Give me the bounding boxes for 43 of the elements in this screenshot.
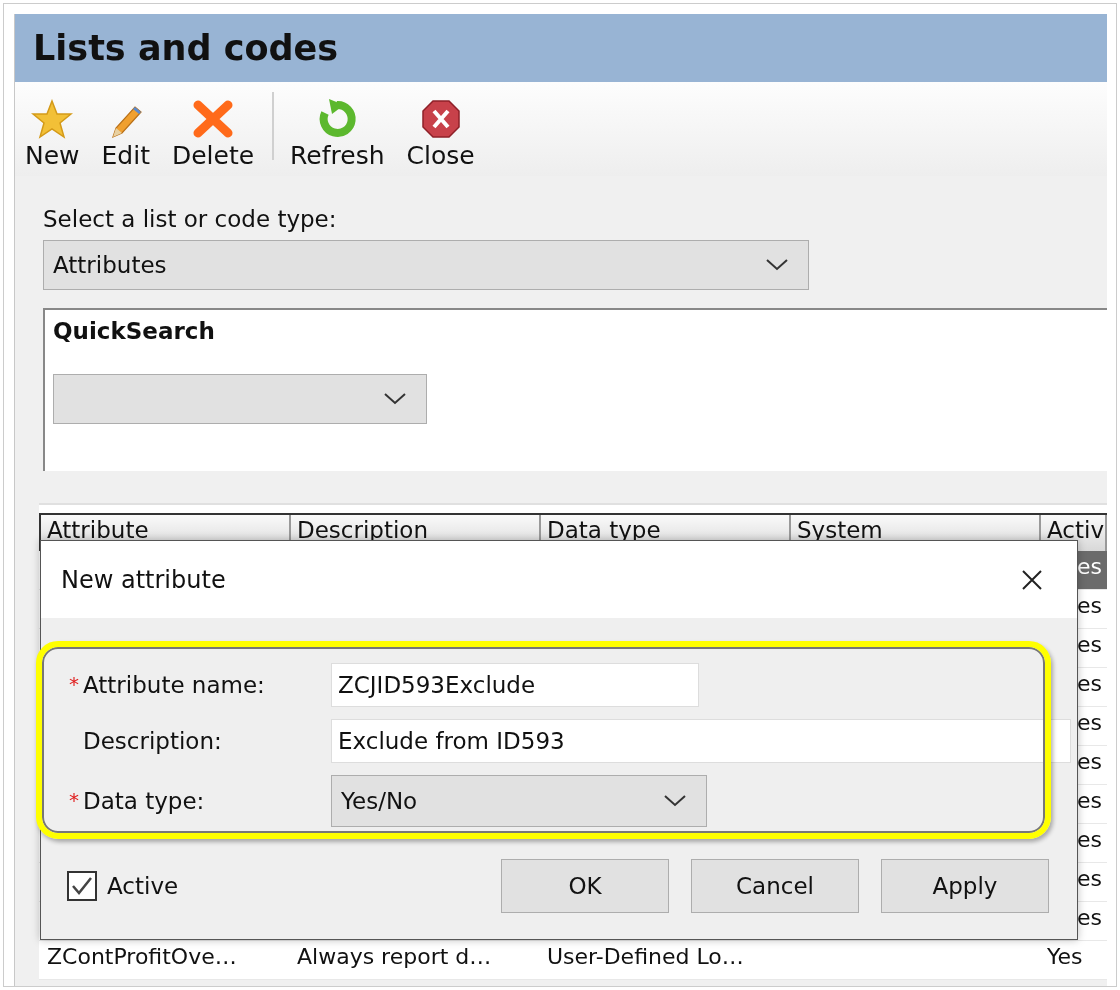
chevron-down-icon [766, 259, 788, 271]
table-cell-text: es [1076, 631, 1103, 659]
page-title: Lists and codes [33, 28, 339, 68]
field-label: Description: [83, 728, 222, 754]
input-field[interactable]: Exclude from ID593 [331, 719, 1071, 763]
required-mark: * [69, 788, 79, 812]
field-label: Attribute name: [83, 672, 265, 698]
chevron-down-icon [664, 795, 686, 807]
table-cell-text: es [1076, 826, 1103, 854]
active-checkbox[interactable] [67, 871, 97, 901]
table-cell-text: es [1076, 709, 1103, 737]
toolbar-button[interactable]: Close [406, 99, 475, 170]
dialog-button[interactable]: Cancel [691, 859, 859, 913]
table-cell-text: es [1076, 865, 1103, 893]
toolbar-button[interactable]: Edit [101, 103, 150, 170]
type-dropdown[interactable]: Attributes [43, 240, 809, 290]
table-cell-text: Always report d… [296, 943, 493, 971]
delete-cross-icon [192, 99, 235, 139]
star-icon [31, 99, 74, 139]
table-cell-text: es [1076, 748, 1103, 776]
table-cell-text: User-Defined Lo… [546, 943, 745, 971]
close-icon [1021, 568, 1043, 591]
chevron-down-icon [384, 393, 406, 405]
table-cell-text: es [1076, 670, 1103, 698]
checkbox-label: Active [107, 873, 179, 899]
field-label: Data type: [83, 788, 205, 814]
field-label: Select a list or code type: [43, 206, 337, 232]
panel-title: QuickSearch [53, 318, 215, 344]
table-cell-text: ZContProfitOve… [46, 943, 238, 971]
toolbar-button[interactable]: New [25, 99, 80, 170]
input-field[interactable]: ZCJID593Exclude [331, 663, 699, 707]
dialog-button[interactable]: OK [501, 859, 669, 913]
required-mark: * [69, 672, 79, 696]
toolbar-button[interactable]: Refresh [290, 97, 385, 170]
table-cell-text: es [1076, 787, 1103, 815]
data-type-dropdown[interactable]: Yes/No [331, 775, 707, 827]
table-cell-text: es [1076, 904, 1103, 932]
dialog-title: New attribute [61, 565, 226, 594]
table-cell-text: Yes [1046, 943, 1084, 971]
close-icon [420, 99, 461, 139]
table-cell-text: es [1076, 592, 1103, 620]
toolbar-button[interactable]: Delete [171, 99, 255, 170]
dialog-button[interactable]: Apply [881, 859, 1049, 913]
